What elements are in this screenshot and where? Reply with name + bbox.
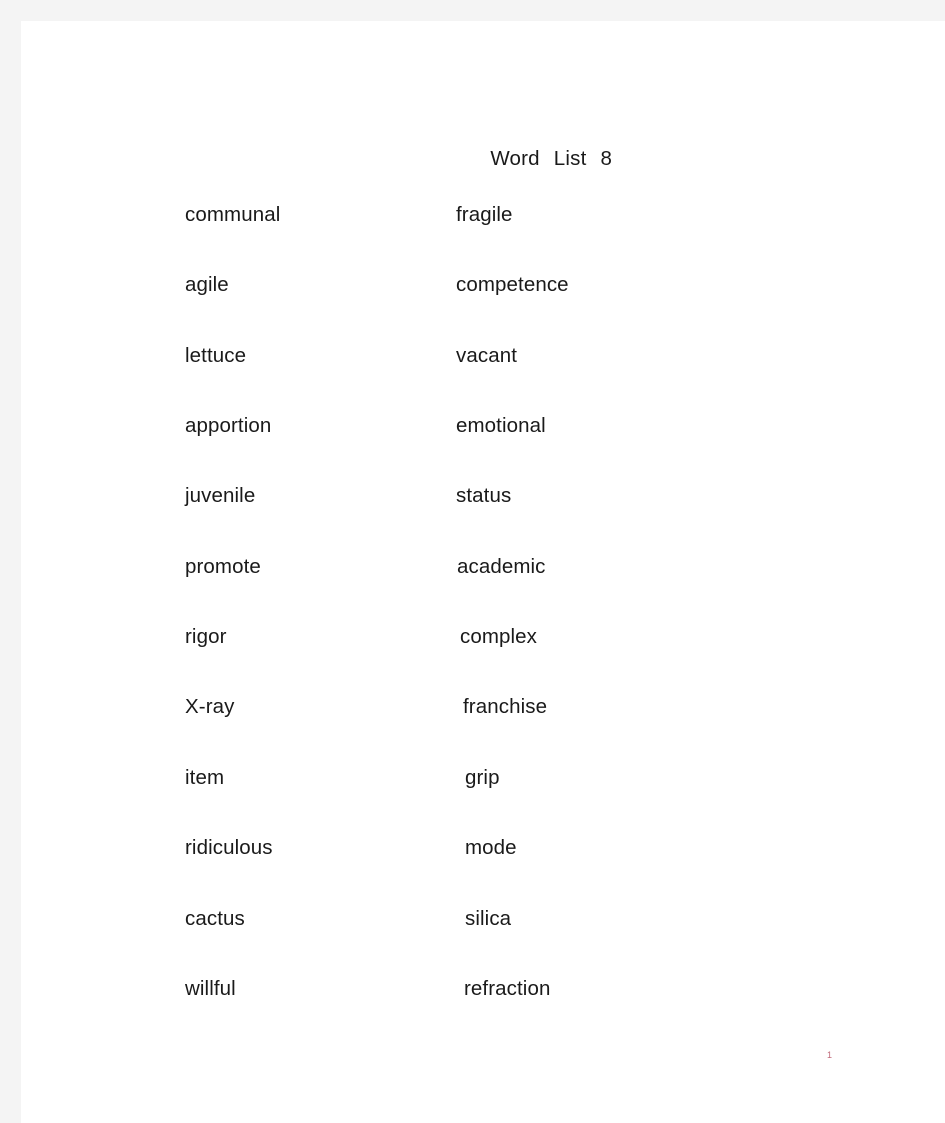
word-row: communal fragile (21, 200, 945, 230)
word-item: agile (185, 273, 229, 296)
word-row: apportion emotional (21, 411, 945, 441)
page-number: 1 (827, 1050, 833, 1060)
word-row: willful refraction (21, 974, 945, 1004)
word-item: status (456, 484, 512, 507)
word-item: vacant (456, 344, 517, 367)
word-item: franchise (463, 695, 548, 718)
word-item: silica (465, 907, 512, 930)
word-item: competence (456, 273, 569, 296)
document-page: Word List 8 communal fragile agile competence… (21, 21, 945, 1123)
word-item: refraction (464, 977, 551, 1000)
word-item: apportion (185, 414, 272, 437)
word-row: rigor complex (21, 622, 945, 652)
word-row: juvenile status (21, 481, 945, 511)
word-row: item grip (21, 763, 945, 793)
word-row: X-ray franchise (21, 692, 945, 722)
word-item: complex (460, 625, 538, 648)
word-row: cactus silica (21, 904, 945, 934)
word-row: agile competence (21, 270, 945, 300)
word-item: ridiculous (185, 836, 273, 859)
word-item: emotional (456, 414, 546, 437)
word-item: mode (465, 836, 517, 859)
word-item: item (185, 766, 225, 789)
word-item: willful (185, 977, 236, 1000)
word-item: academic (457, 555, 546, 578)
word-item: grip (465, 766, 500, 789)
word-list-grid: communal fragile agile competence lettuce vac… (21, 21, 945, 1123)
word-row: ridiculous mode (21, 833, 945, 863)
word-row: promote academic (21, 552, 945, 582)
word-item: juvenile (185, 484, 256, 507)
word-item: fragile (456, 203, 513, 226)
word-item: cactus (185, 907, 245, 930)
word-item: lettuce (185, 344, 247, 367)
word-item: promote (185, 555, 261, 578)
word-row: lettuce vacant (21, 341, 945, 371)
screenshot-viewport: Word List 8 communal fragile agile competence… (0, 0, 945, 1123)
word-item: communal (185, 203, 281, 226)
word-item: rigor (185, 625, 227, 648)
word-item: X-ray (185, 695, 235, 718)
